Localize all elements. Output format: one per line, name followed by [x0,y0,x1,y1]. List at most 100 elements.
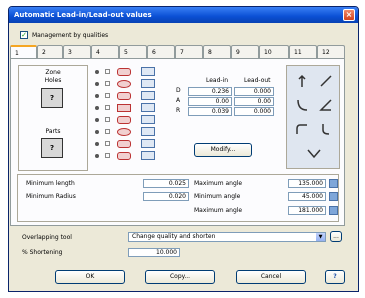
checkbox-icon[interactable] [105,69,110,74]
max-angle-field[interactable]: 135.000 [288,179,326,188]
chevron-down-icon[interactable] [307,146,321,160]
copy-button[interactable]: Copy... [145,270,215,284]
lead-type-row[interactable] [93,115,169,125]
tab-11[interactable]: 11 [289,45,317,59]
checkbox-icon[interactable] [105,141,110,146]
angle-picker-icon[interactable] [329,192,338,201]
lead-row-d: D 0.236 0.000 [176,87,276,96]
radio-icon[interactable] [95,106,99,110]
close-button[interactable]: × [343,9,355,21]
tab-4[interactable]: 4 [91,45,119,59]
radio-icon[interactable] [95,94,99,98]
cancel-button[interactable]: Cancel [236,270,306,284]
lead-key: A [176,97,181,104]
zone-holes-label: Holes [44,77,62,84]
modify-button[interactable]: Modify... [194,143,252,157]
radio-icon[interactable] [95,118,99,122]
max-angle-label: Maximum angle [194,180,243,187]
arrow-up-icon[interactable] [295,74,309,88]
lead-row-r: R 0.039 0.000 [176,107,276,116]
shape-icon [117,92,131,100]
arrow-diagonal-icon[interactable] [319,74,333,88]
tab-5[interactable]: 5 [119,45,147,59]
management-checkbox[interactable]: ✓ [20,31,28,39]
angle-icon[interactable] [319,98,333,112]
radio-icon[interactable] [95,154,99,158]
overlapping-more-button[interactable]: ... [330,231,342,242]
checkbox-icon[interactable] [105,129,110,134]
min-angle-label: Minimum angle [194,193,241,200]
checkbox-icon[interactable] [105,105,110,110]
holes-zone-icon[interactable]: ? [41,88,63,108]
lead-type-row[interactable] [93,103,169,113]
angle-picker-icon[interactable] [329,206,338,215]
lead-type-row[interactable] [93,151,169,161]
max-angle-field-2[interactable]: 181.000 [288,206,326,215]
circle-icon [117,80,131,88]
min-angle-field[interactable]: 45.000 [288,192,326,201]
grid-icon [141,103,155,112]
max-angle-label-2: Maximum angle [194,207,243,214]
tab-10[interactable]: 10 [259,45,289,59]
management-label: Management by qualities [32,31,109,39]
checkbox-icon[interactable] [105,153,110,158]
lead-in-a-field[interactable]: 0.00 [188,97,232,106]
checkbox-icon[interactable] [105,117,110,122]
tab-7[interactable]: 7 [175,45,203,59]
lead-type-row[interactable] [93,91,169,101]
radio-icon[interactable] [95,142,99,146]
checkbox-icon[interactable] [105,81,110,86]
min-length-label: Minimum length [26,180,75,187]
radio-icon[interactable] [95,82,99,86]
lead-type-row[interactable] [93,139,169,149]
parameters-box: Minimum length 0.025 Minimum Radius 0.02… [17,174,339,222]
lead-key: R [176,107,181,114]
lead-type-row[interactable] [93,67,169,77]
lead-out-d-field[interactable]: 0.000 [234,87,274,96]
lead-out-header: Lead-out [244,77,271,84]
dropdown-arrow-icon[interactable]: ▼ [316,233,325,241]
tab-3[interactable]: 3 [63,45,91,59]
lead-type-list [93,67,169,167]
shortening-label: % Shortening [22,249,63,256]
zone-title: Zone [45,69,61,76]
circle-icon [117,128,131,136]
lead-out-a-field[interactable]: 0.00 [234,97,274,106]
checkbox-icon[interactable] [105,93,110,98]
grid-icon [141,127,155,136]
arc-left-icon[interactable] [295,98,309,112]
tab-6[interactable]: 6 [147,45,175,59]
tab-2[interactable]: 2 [37,45,63,59]
min-radius-field[interactable]: 0.020 [143,192,189,201]
grid-icon [141,79,155,88]
min-length-field[interactable]: 0.025 [143,179,189,188]
rectangle-icon [117,104,131,112]
arc-right-icon[interactable] [319,122,333,136]
management-row: ✓ Management by qualities [20,30,108,40]
lead-type-row[interactable] [93,79,169,89]
tab-8[interactable]: 8 [203,45,231,59]
lead-out-r-field[interactable]: 0.000 [234,107,274,116]
lead-in-header: Lead-in [206,77,229,84]
angle-picker-icon[interactable] [329,179,338,188]
lead-in-r-field[interactable]: 0.039 [188,107,232,116]
overlapping-select[interactable]: Change quality and shorten ▼ [128,232,326,242]
shortening-field[interactable]: 10.000 [128,248,180,257]
radio-icon[interactable] [95,70,99,74]
tab-9[interactable]: 9 [231,45,259,59]
ok-button[interactable]: OK [55,270,125,284]
radio-icon[interactable] [95,130,99,134]
hook-icon[interactable] [295,122,309,136]
lead-type-row[interactable] [93,127,169,137]
lead-direction-grid [286,65,340,169]
lead-values: Lead-in Lead-out D 0.236 0.000 A 0.00 0.… [176,77,276,127]
shape-icon [117,68,131,76]
parts-zone-icon[interactable]: ? [41,138,63,158]
help-button[interactable]: ? [325,270,345,284]
lead-in-d-field[interactable]: 0.236 [188,87,232,96]
overlapping-label: Overlapping tool [22,234,72,241]
double-circle-icon [117,140,131,148]
tab-12[interactable]: 12 [317,45,345,59]
zone-box: Zone Holes ? Parts ? [18,65,88,171]
zone-parts-label: Parts [45,128,61,135]
